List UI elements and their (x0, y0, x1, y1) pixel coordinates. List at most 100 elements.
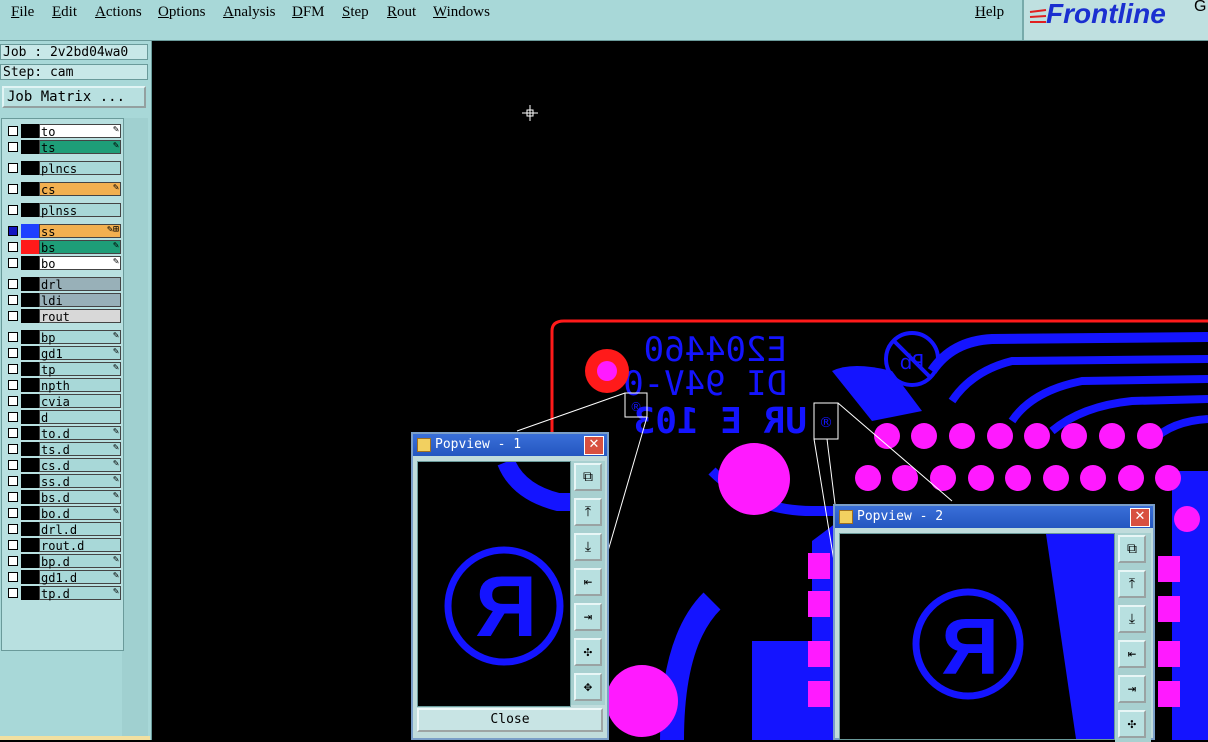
layer-color-swatch[interactable] (21, 490, 39, 504)
layer-name-ss-d[interactable]: ss.d (39, 474, 121, 489)
popview-1-viewport[interactable]: R (417, 461, 571, 707)
layer-row[interactable]: ts ✎ (4, 140, 122, 155)
layer-color-swatch[interactable] (21, 410, 39, 424)
layer-checkbox[interactable] (8, 428, 18, 438)
layer-checkbox[interactable] (8, 444, 18, 454)
layer-name-bs-d[interactable]: bs.d (39, 490, 121, 505)
zoom-out-icon[interactable]: ✣ (1118, 710, 1146, 738)
pan-down-icon[interactable]: ⤓ (574, 533, 602, 561)
layer-color-swatch[interactable] (21, 309, 39, 323)
layer-checkbox[interactable] (8, 184, 18, 194)
layer-name-bs[interactable]: bs (39, 240, 121, 255)
layer-color-swatch[interactable] (21, 458, 39, 472)
layer-name-cvia[interactable]: cvia (39, 394, 121, 409)
layer-color-swatch[interactable] (21, 161, 39, 175)
layer-row[interactable]: rout.d (4, 538, 122, 553)
layer-checkbox[interactable] (8, 556, 18, 566)
layer-color-swatch[interactable] (21, 442, 39, 456)
pan-up-icon[interactable]: ⤒ (574, 498, 602, 526)
layer-name-tp-d[interactable]: tp.d (39, 586, 121, 601)
pan-right-icon[interactable]: ⇥ (574, 603, 602, 631)
layer-name-drl-d[interactable]: drl.d (39, 522, 121, 537)
layer-color-swatch[interactable] (21, 362, 39, 376)
layer-name-d[interactable]: d (39, 410, 121, 425)
layer-row[interactable]: ldi (4, 293, 122, 308)
layer-checkbox[interactable] (8, 492, 18, 502)
layer-checkbox[interactable] (8, 572, 18, 582)
layer-row[interactable]: tp.d ✎ (4, 586, 122, 601)
layer-name-drl[interactable]: drl (39, 277, 121, 292)
layer-checkbox[interactable] (8, 348, 18, 358)
layer-scroll-area[interactable] (122, 118, 148, 738)
menu-windows[interactable]: Windows (433, 4, 490, 21)
popview-close-button[interactable]: Close (417, 708, 603, 732)
layer-row[interactable]: gd1.d ✎ (4, 570, 122, 585)
layer-checkbox[interactable] (8, 364, 18, 374)
pan-left-icon[interactable]: ⇤ (1118, 640, 1146, 668)
layer-name-to-d[interactable]: to.d (39, 426, 121, 441)
layer-name-tp[interactable]: tp (39, 362, 121, 377)
layer-color-swatch[interactable] (21, 330, 39, 344)
layer-row[interactable]: ss ✎⊞ (4, 224, 122, 239)
menu-analysis[interactable]: Analysis (223, 4, 276, 21)
zoom-in-icon[interactable]: ✥ (574, 673, 602, 701)
layer-name-bo[interactable]: bo (39, 256, 121, 271)
layer-row[interactable]: cvia (4, 394, 122, 409)
layer-color-swatch[interactable] (21, 378, 39, 392)
layer-row[interactable]: ts.d ✎ (4, 442, 122, 457)
layer-color-swatch[interactable] (21, 346, 39, 360)
layer-row[interactable]: to.d ✎ (4, 426, 122, 441)
layer-color-swatch[interactable] (21, 554, 39, 568)
job-matrix-button[interactable]: Job Matrix ... (2, 86, 146, 108)
layer-color-swatch[interactable] (21, 256, 39, 270)
layer-checkbox[interactable] (8, 476, 18, 486)
layer-color-swatch[interactable] (21, 224, 39, 238)
close-icon[interactable]: ✕ (1130, 508, 1150, 527)
layer-name-ts[interactable]: ts (39, 140, 121, 155)
popview-1-titlebar[interactable]: Popview - 1 ✕ (413, 434, 607, 456)
layer-checkbox[interactable] (8, 242, 18, 252)
pan-down-icon[interactable]: ⤓ (1118, 605, 1146, 633)
layer-checkbox[interactable] (8, 295, 18, 305)
pan-left-icon[interactable]: ⇤ (574, 568, 602, 596)
layer-color-swatch[interactable] (21, 506, 39, 520)
menu-options[interactable]: Options (158, 4, 206, 21)
layer-row[interactable]: gd1 ✎ (4, 346, 122, 361)
layer-name-ldi[interactable]: ldi (39, 293, 121, 308)
layer-checkbox[interactable] (8, 163, 18, 173)
layer-checkbox[interactable] (8, 142, 18, 152)
layer-color-swatch[interactable] (21, 538, 39, 552)
popview-zoom-icon[interactable]: ⧉ (1118, 535, 1146, 563)
layer-name-ts-d[interactable]: ts.d (39, 442, 121, 457)
layer-row[interactable]: rout (4, 309, 122, 324)
layer-row[interactable]: cs ✎ (4, 182, 122, 197)
layer-row[interactable]: tp ✎ (4, 362, 122, 377)
layer-color-swatch[interactable] (21, 570, 39, 584)
popview-2-titlebar[interactable]: Popview - 2 ✕ (835, 506, 1153, 528)
layer-row[interactable]: bo ✎ (4, 256, 122, 271)
layer-color-swatch[interactable] (21, 586, 39, 600)
layer-name-to[interactable]: to (39, 124, 121, 139)
layer-name-gd1[interactable]: gd1 (39, 346, 121, 361)
layer-color-swatch[interactable] (21, 124, 39, 138)
menu-edit[interactable]: Edit (52, 4, 77, 21)
layer-name-rout-d[interactable]: rout.d (39, 538, 121, 553)
layer-color-swatch[interactable] (21, 277, 39, 291)
layer-name-rout[interactable]: rout (39, 309, 121, 324)
menu-step[interactable]: Step (342, 4, 369, 21)
layer-row[interactable]: bs.d ✎ (4, 490, 122, 505)
layer-row[interactable]: npth (4, 378, 122, 393)
layer-row[interactable]: bs ✎ (4, 240, 122, 255)
layer-name-plncs[interactable]: plncs (39, 161, 121, 176)
layer-checkbox[interactable] (8, 226, 18, 236)
layer-row[interactable]: plnss (4, 203, 122, 218)
layer-row[interactable]: ss.d ✎ (4, 474, 122, 489)
layer-color-swatch[interactable] (21, 203, 39, 217)
menu-help[interactable]: Help (975, 4, 1004, 21)
layer-name-cs[interactable]: cs (39, 182, 121, 197)
layer-checkbox[interactable] (8, 126, 18, 136)
close-icon[interactable]: ✕ (584, 436, 604, 455)
layer-checkbox[interactable] (8, 279, 18, 289)
layer-color-swatch[interactable] (21, 182, 39, 196)
layer-color-swatch[interactable] (21, 394, 39, 408)
